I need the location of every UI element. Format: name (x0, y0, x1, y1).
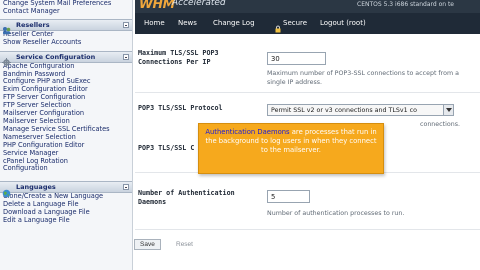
max-tls-pop3-help: Maximum number of POP3-SSL connections t… (267, 70, 459, 86)
field-label-pop3-tls-protocol: POP3 TLS/SSL Protocol (138, 104, 223, 112)
save-button[interactable]: Save (134, 239, 161, 250)
auth-daemons-help: Number of authentication processes to ru… (267, 210, 405, 217)
server-info: CENTOS 5.3 i686 standard on te (357, 1, 454, 8)
pop3-tls-protocol-select[interactable]: Permit SSL v2 or v3 connections and TLSv… (267, 104, 454, 116)
resellers-icon (2, 20, 11, 35)
help-tooltip: Authentication Daemons are processes tha… (198, 123, 384, 174)
collapse-icon[interactable] (123, 21, 129, 28)
sidebar-section-title: Resellers (16, 20, 50, 29)
brand-strip: WHM Accelerated CENTOS 5.3 i686 standard… (135, 0, 480, 13)
auth-daemons-input[interactable]: 5 (267, 190, 310, 203)
collapse-icon[interactable] (123, 184, 129, 191)
main-content: Maximum TLS/SSL POP3 Connections Per IP … (134, 34, 480, 270)
tab-news[interactable]: News (178, 19, 197, 27)
pop3-tls-protocol-help: connections. (420, 121, 460, 128)
gear-icon (2, 52, 11, 68)
pop3-tls-protocol-value: Permit SSL v2 or v3 connections and TLSv… (271, 107, 417, 114)
collapse-icon[interactable] (123, 53, 129, 60)
field-label-max-tls-pop3: Maximum TLS/SSL POP3 Connections Per IP (138, 49, 219, 66)
sidebar-link-contact-manager[interactable]: Contact Manager (0, 7, 132, 16)
sidebar-section-service-configuration[interactable]: Service Configuration (0, 50, 132, 68)
top-navigation-bar: WHM Accelerated CENTOS 5.3 i686 standard… (135, 0, 480, 34)
chevron-down-icon[interactable] (443, 105, 453, 115)
sidebar-section-resellers[interactable]: Resellers (0, 18, 132, 35)
row-divider (135, 229, 480, 230)
sidebar-section-title: Service Configuration (16, 52, 96, 61)
whm-logo: WHM (139, 0, 175, 11)
tooltip-highlight: Authentication Daemons (205, 128, 290, 136)
reset-button[interactable]: Reset (171, 239, 198, 250)
sidebar: Change System Mail Preferences Contact M… (0, 0, 133, 270)
sidebar-link-edit-language-file[interactable]: Edit a Language File (0, 216, 132, 225)
sidebar-link-show-reseller-accounts[interactable]: Show Reseller Accounts (0, 38, 132, 47)
tab-secure[interactable]: Secure (283, 19, 307, 27)
globe-icon (2, 183, 11, 198)
field-label-auth-daemons: Number of Authentication Daemons (138, 189, 235, 206)
row-divider (135, 92, 480, 93)
tab-change-log[interactable]: Change Log (213, 19, 255, 27)
max-tls-pop3-input[interactable]: 30 (267, 52, 326, 65)
sidebar-section-languages[interactable]: Languages (0, 181, 132, 198)
tab-home[interactable]: Home (144, 19, 165, 27)
tab-logout[interactable]: Logout (root) (320, 19, 366, 27)
sidebar-link-configuration[interactable]: Configuration (0, 165, 132, 173)
whm-tagline: Accelerated (172, 0, 226, 8)
sidebar-section-title: Languages (16, 183, 56, 192)
